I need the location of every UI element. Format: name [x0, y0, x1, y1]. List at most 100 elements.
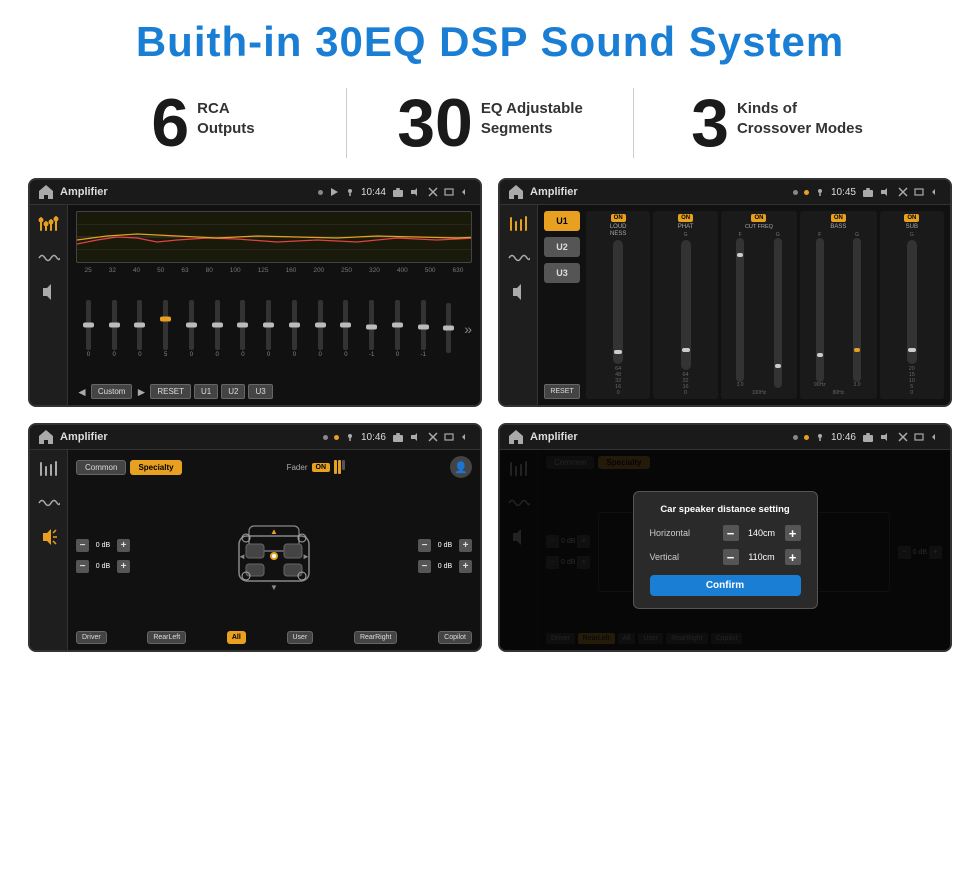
eq-slider-0[interactable]: 0: [76, 300, 101, 358]
wave-icon[interactable]: [38, 251, 60, 265]
left-db-controls: − 0 dB + − 0 dB +: [76, 539, 130, 573]
play-btn[interactable]: ►: [135, 385, 147, 399]
minus-btn-br[interactable]: −: [418, 560, 431, 573]
confirm-button[interactable]: Confirm: [650, 575, 801, 596]
screen4-app-name: Amplifier: [530, 431, 787, 443]
speaker-icon-3[interactable]: [38, 526, 60, 548]
channel-sub: ON SUB G 20151050: [880, 211, 944, 399]
screen1-eq-content: 253240506380100125160200250320400500630 …: [68, 205, 480, 405]
eq-slider-7[interactable]: 0: [256, 300, 281, 358]
vertical-minus-btn[interactable]: −: [723, 549, 739, 565]
page-header: Buith-in 30EQ DSP Sound System: [0, 0, 980, 76]
x-icon-2: [898, 187, 908, 197]
screen4-time: 10:46: [831, 432, 856, 443]
on-badge-loudness[interactable]: ON: [611, 214, 626, 222]
custom-btn[interactable]: Custom: [91, 384, 133, 399]
eq-slider-8[interactable]: 0: [282, 300, 307, 358]
back-icon-4: [930, 432, 942, 442]
svg-text:▲: ▲: [270, 527, 278, 536]
screens-grid: Amplifier 10:44: [0, 168, 980, 672]
wave-icon-3[interactable]: [38, 496, 60, 510]
on-badge-sub[interactable]: ON: [904, 214, 919, 222]
screen2-card: Amplifier 10:45 U1 U2: [498, 178, 952, 407]
eq-slider-12[interactable]: 0: [385, 300, 410, 358]
eq-slider-9[interactable]: 0: [308, 300, 333, 358]
plus-btn-tl[interactable]: +: [117, 539, 130, 552]
u1-btn[interactable]: U1: [194, 384, 218, 399]
reset-btn-2[interactable]: RESET: [544, 384, 580, 399]
fader-on-badge[interactable]: ON: [312, 463, 331, 472]
driver-btn[interactable]: Driver: [76, 631, 107, 644]
rearright-btn[interactable]: RearRight: [354, 631, 398, 644]
all-btn[interactable]: All: [227, 631, 246, 644]
screen2-presets: U1 U2 U3 RESET: [544, 211, 580, 399]
screen1-dot1: [318, 190, 323, 195]
horizontal-minus-btn[interactable]: −: [723, 525, 739, 541]
prev-btn[interactable]: ◄: [76, 385, 88, 399]
volume-icon-4: [880, 432, 892, 442]
channel-bass: ON BASS F 90Hz: [800, 211, 876, 399]
eq-slider-2[interactable]: 0: [128, 300, 153, 358]
screen4-statusbar: Amplifier 10:46: [500, 425, 950, 450]
on-badge-cutfreq[interactable]: ON: [751, 214, 766, 222]
screen3-dot2: [334, 435, 339, 440]
eq-slider-11[interactable]: -1: [359, 300, 384, 358]
user-profile-icon[interactable]: 👤: [450, 456, 472, 478]
svg-text:◄: ◄: [238, 552, 246, 561]
on-badge-phat[interactable]: ON: [678, 214, 693, 222]
screen4-card: Amplifier 10:46 Common Specialty: [498, 423, 952, 652]
eq-slider-14[interactable]: [437, 303, 462, 355]
on-badge-bass[interactable]: ON: [831, 214, 846, 222]
eq-icon-3[interactable]: [38, 458, 60, 480]
eq-slider-4[interactable]: 0: [179, 300, 204, 358]
minus-btn-tr[interactable]: −: [418, 539, 431, 552]
copilot-btn[interactable]: Copilot: [438, 631, 472, 644]
stats-row: 6 RCA Outputs 30 EQ Adjustable Segments …: [0, 76, 980, 168]
specialty-tab-btn[interactable]: Specialty: [130, 460, 181, 475]
u1-preset-btn[interactable]: U1: [544, 211, 580, 231]
eq-slider-3[interactable]: 5: [153, 300, 178, 358]
stat-number-6: 6: [151, 89, 189, 157]
common-tab-btn[interactable]: Common: [76, 460, 126, 475]
back-icon-3: [460, 432, 472, 442]
u3-preset-btn[interactable]: U3: [544, 263, 580, 283]
eq-icon-2[interactable]: [508, 213, 530, 235]
screen1-sidebar: [30, 205, 68, 405]
screen3-sidebar: [30, 450, 68, 650]
eq-slider-13[interactable]: -1: [411, 300, 436, 358]
wave-icon-2[interactable]: [508, 251, 530, 265]
reset-btn-1[interactable]: RESET: [150, 384, 191, 399]
u3-btn[interactable]: U3: [248, 384, 272, 399]
user-btn[interactable]: User: [287, 631, 314, 644]
db-control-bottomright: − 0 dB +: [418, 560, 472, 573]
home-icon-4: [508, 429, 524, 445]
expand-btn[interactable]: »: [464, 321, 472, 337]
u2-btn[interactable]: U2: [221, 384, 245, 399]
plus-btn-br[interactable]: +: [459, 560, 472, 573]
eq-slider-5[interactable]: 0: [205, 300, 230, 358]
plus-btn-bl[interactable]: +: [117, 560, 130, 573]
screen2-channels: ON LOUDNESS 644832160 ON: [586, 211, 944, 399]
screen3-body: Common Specialty Fader ON 👤: [30, 450, 480, 650]
rect-icon-3: [444, 433, 454, 441]
rearleft-btn[interactable]: RearLeft: [147, 631, 186, 644]
minus-btn-bl[interactable]: −: [76, 560, 89, 573]
screen2-body: U1 U2 U3 RESET ON LOUDNESS: [500, 205, 950, 405]
back-icon: [460, 187, 472, 197]
x-icon-4: [898, 432, 908, 442]
eq-icon[interactable]: [38, 213, 60, 235]
speaker-icon[interactable]: [38, 281, 60, 303]
minus-btn-tl[interactable]: −: [76, 539, 89, 552]
plus-btn-tr[interactable]: +: [459, 539, 472, 552]
screen3-time: 10:46: [361, 432, 386, 443]
eq-slider-6[interactable]: 0: [231, 300, 256, 358]
right-db-controls: − 0 dB + − 0 dB +: [418, 539, 472, 573]
speaker-icon-2[interactable]: [508, 281, 530, 303]
u2-preset-btn[interactable]: U2: [544, 237, 580, 257]
eq-slider-10[interactable]: 0: [334, 300, 359, 358]
speaker-layout-area: − 0 dB + − 0 dB +: [76, 484, 472, 627]
stat-label-cross-2: Crossover Modes: [737, 119, 863, 139]
horizontal-plus-btn[interactable]: +: [785, 525, 801, 541]
vertical-plus-btn[interactable]: +: [785, 549, 801, 565]
eq-slider-1[interactable]: 0: [102, 300, 127, 358]
